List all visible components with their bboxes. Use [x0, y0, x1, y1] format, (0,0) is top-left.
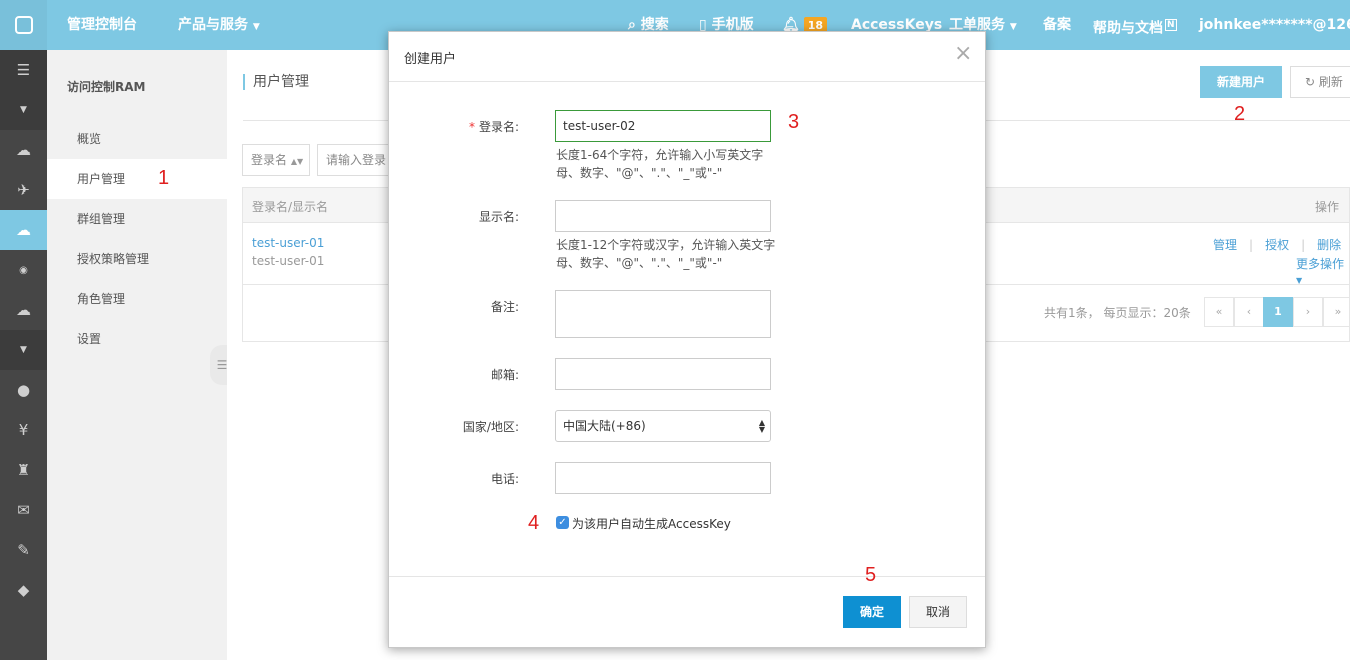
page-title: 用户管理	[243, 74, 309, 90]
user-icon[interactable]: ●	[0, 370, 47, 410]
step-annotation-5: 5	[865, 564, 877, 586]
confirm-button[interactable]: 确定	[843, 596, 901, 628]
new-badge: N	[1165, 19, 1177, 31]
new-user-button[interactable]: 新建用户	[1200, 66, 1282, 98]
ram-sidebar: 访问控制RAM 概览 用户管理 群组管理 授权策略管理 角色管理 设置	[47, 50, 227, 660]
country-select[interactable]: 中国大陆(+86) ▲ ▼	[555, 410, 771, 442]
phone-input[interactable]	[555, 462, 771, 494]
dialog-title: 创建用户	[404, 52, 457, 67]
email-input[interactable]	[555, 358, 771, 390]
note-label: 备注:	[490, 300, 519, 314]
user-display-name: test-user-01	[252, 254, 325, 268]
manage-link[interactable]: 管理	[1213, 238, 1237, 252]
close-icon[interactable]: ×	[954, 42, 972, 66]
sidebar-item-roles[interactable]: 角色管理	[47, 279, 227, 319]
login-name-label: * 登录名:	[468, 120, 519, 134]
phone-label: 电话:	[490, 472, 519, 486]
dns-icon[interactable]: ◉	[0, 250, 47, 290]
country-label: 国家/地区:	[462, 420, 519, 434]
display-name-hint: 长度1-12个字符或汉字，允许输入英文字母、数字、"@"、"."、"_"或"-"	[556, 238, 776, 270]
step-annotation-4: 4	[528, 512, 540, 534]
display-name-input[interactable]	[555, 200, 771, 232]
pager-info: 共有1条， 每页显示：20条	[1044, 306, 1191, 320]
sidebar-item-overview[interactable]: 概览	[47, 119, 227, 159]
col-ops: 操作	[1314, 200, 1339, 214]
megaphone-icon[interactable]: ✈	[0, 170, 47, 210]
beian-icon[interactable]: ◆	[0, 570, 47, 610]
beian-link[interactable]: 备案	[1043, 0, 1071, 50]
chevron-down-icon: ▼	[1009, 22, 1017, 32]
page-1-button[interactable]: 1	[1263, 297, 1293, 327]
filter-select[interactable]: 登录名 ▲▼	[242, 144, 310, 176]
cloud-upload-icon[interactable]: ☁	[0, 130, 47, 170]
login-name-hint: 长度1-64个字符，允许输入小写英文字母、数字、"@"、"."、"_"或"-"	[556, 148, 764, 180]
auto-accesskey-checkbox[interactable]: ✓	[556, 516, 569, 529]
delete-link[interactable]: 删除	[1317, 238, 1341, 252]
auto-accesskey-label[interactable]: 为该用户自动生成AccessKey	[572, 515, 731, 532]
pencil-icon[interactable]: ✎	[0, 530, 47, 570]
next-page-button[interactable]: ›	[1293, 297, 1323, 327]
icon-rail: ☰ ▼ ☁ ✈ ☁ ◉ ☁ ▼ ● ¥ ♜ ✉ ✎ ◆	[0, 50, 47, 660]
email-label: 邮箱:	[490, 368, 519, 382]
flask-icon[interactable]: ♜	[0, 450, 47, 490]
sidebar-item-users[interactable]: 用户管理	[47, 159, 227, 199]
sidebar-item-groups[interactable]: 群组管理	[47, 199, 227, 239]
help-link[interactable]: 帮助与文档 N	[1093, 0, 1177, 50]
dialog-footer-divider	[389, 576, 985, 577]
dialog-header	[389, 32, 985, 82]
user-login-link[interactable]: test-user-01	[252, 236, 324, 250]
cloud-gear-icon[interactable]: ☁	[0, 290, 47, 330]
step-annotation-3: 3	[788, 111, 800, 133]
note-textarea[interactable]	[555, 290, 771, 338]
cloud-icon[interactable]: ☁	[0, 210, 47, 250]
menu-icon[interactable]: ☰	[0, 50, 47, 90]
refresh-button[interactable]: ↻ 刷新	[1290, 66, 1350, 98]
products-menu[interactable]: 产品与服务 ▼	[178, 0, 260, 50]
console-link[interactable]: 管理控制台	[67, 0, 137, 50]
sidebar-item-policies[interactable]: 授权策略管理	[47, 239, 227, 279]
refresh-icon: ↻	[1305, 75, 1316, 89]
login-name-input[interactable]: test-user-02	[555, 110, 771, 142]
mail-icon[interactable]: ✉	[0, 490, 47, 530]
sidebar-item-settings[interactable]: 设置	[47, 319, 227, 359]
create-user-dialog: 创建用户 × * 登录名: test-user-02 长度1-64个字符，允许输入…	[388, 31, 986, 648]
prev-page-button[interactable]: ‹	[1234, 297, 1264, 327]
chevron-down-icon: ▼	[252, 22, 260, 32]
sidebar-title: 访问控制RAM	[67, 80, 146, 94]
caret-down-icon[interactable]: ▼	[0, 90, 47, 130]
authorize-link[interactable]: 授权	[1265, 238, 1289, 252]
step-annotation-1: 1	[158, 167, 170, 189]
select-arrows-icon: ▲ ▼	[758, 418, 765, 434]
col-login: 登录名/显示名	[252, 200, 329, 214]
display-name-label: 显示名:	[478, 210, 519, 224]
step-annotation-2: 2	[1234, 103, 1246, 125]
more-actions-dropdown[interactable]: 更多操作 ▼	[1296, 255, 1349, 286]
user-account[interactable]: johnkee*******@126.com	[1199, 0, 1350, 50]
first-page-button[interactable]: «	[1204, 297, 1234, 327]
aliyun-logo-icon[interactable]	[0, 0, 47, 50]
caret-down-icon[interactable]: ▼	[0, 330, 47, 370]
last-page-button[interactable]: »	[1323, 297, 1350, 327]
cancel-button[interactable]: 取消	[909, 596, 967, 628]
yen-icon[interactable]: ¥	[0, 410, 47, 450]
